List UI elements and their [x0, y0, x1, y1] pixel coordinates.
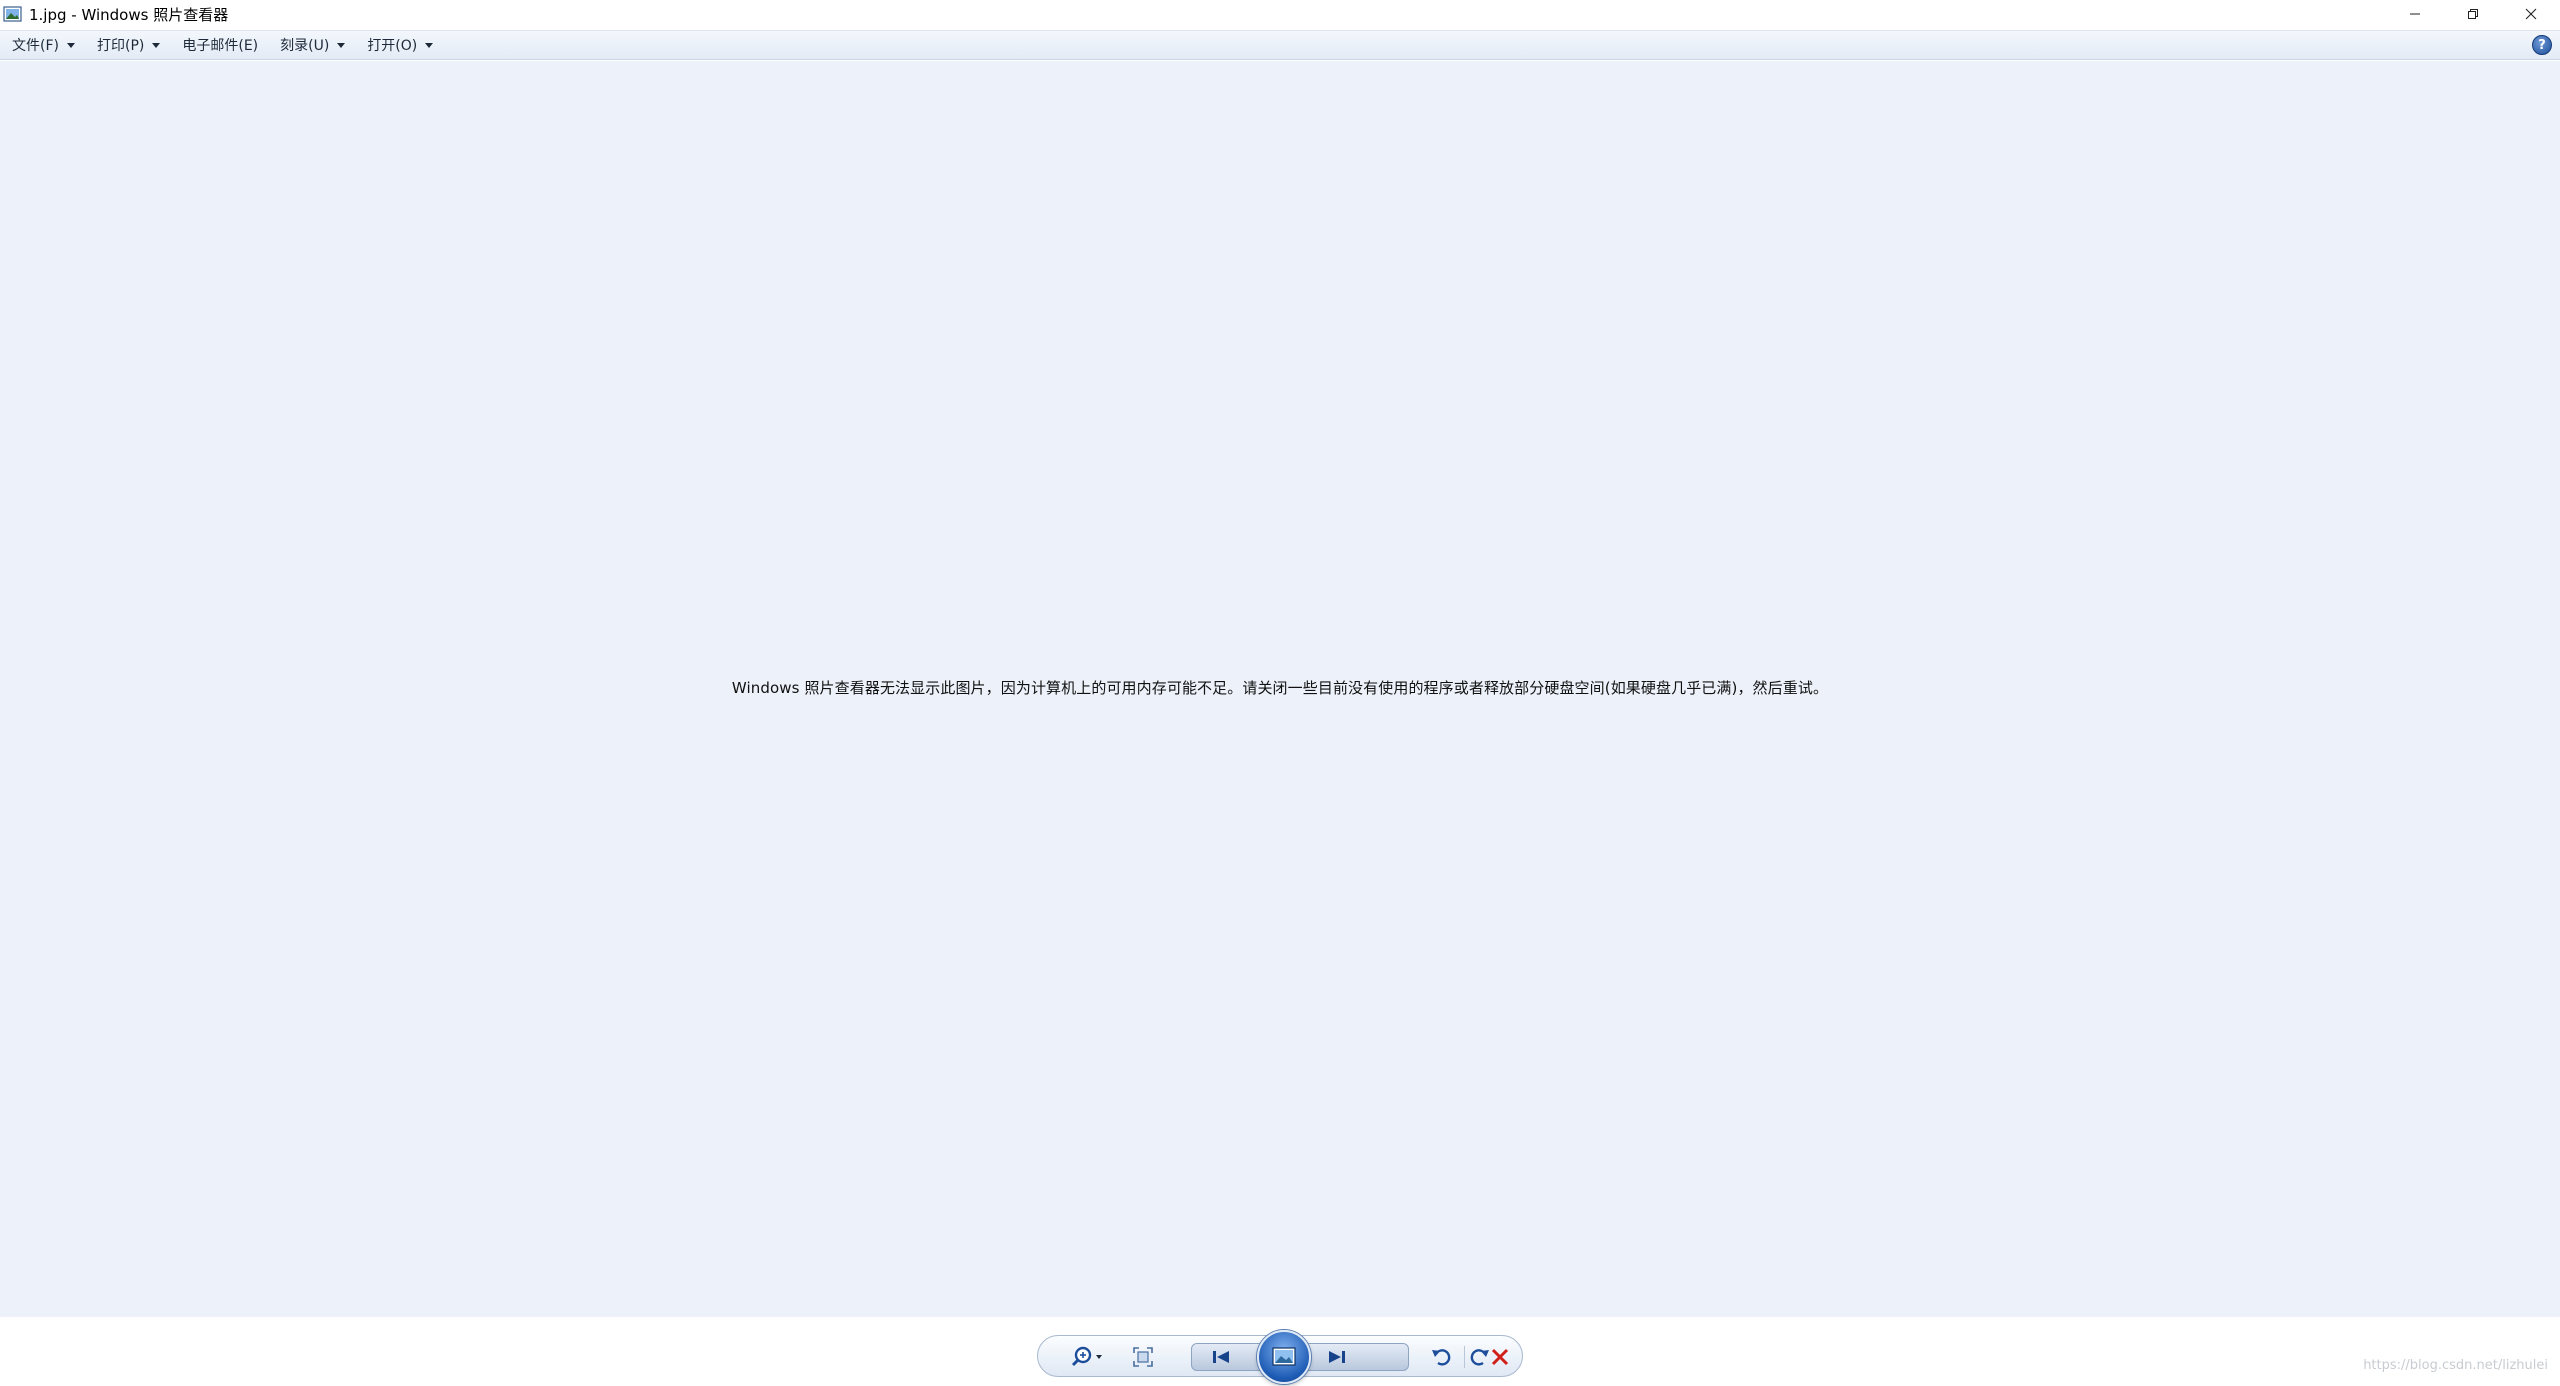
dropdown-arrow-icon [337, 42, 346, 48]
previous-button[interactable] [1206, 1343, 1236, 1371]
slideshow-icon [1272, 1347, 1296, 1366]
slideshow-button[interactable] [1257, 1330, 1311, 1384]
toolbar-divider [1464, 1346, 1465, 1368]
watermark: https://blog.csdn.net/lizhulei [2363, 1358, 2548, 1373]
rotate-left-button[interactable] [1426, 1343, 1456, 1371]
dropdown-arrow-icon [152, 42, 161, 48]
minimize-icon [2410, 13, 2420, 15]
next-icon [1329, 1351, 1345, 1363]
menu-email-label: 电子邮件(E) [182, 38, 259, 54]
close-button[interactable] [2502, 0, 2560, 28]
menu-email[interactable]: 电子邮件(E) [178, 33, 262, 57]
actual-size-button[interactable] [1128, 1343, 1158, 1371]
photo-viewer-app-icon [3, 5, 23, 23]
window-title: 1.jpg - Windows 照片查看器 [29, 5, 229, 24]
minimize-button[interactable] [2386, 0, 2444, 28]
bottom-toolbar: https://blog.csdn.net/lizhulei [0, 1317, 2560, 1386]
next-button[interactable] [1322, 1343, 1352, 1371]
menu-open-label: 打开(O) [367, 38, 418, 54]
playback-controls [1037, 1330, 1523, 1384]
rotate-left-icon [1432, 1349, 1451, 1366]
menu-burn[interactable]: 刻录(U) [276, 33, 349, 57]
zoom-button[interactable] [1066, 1343, 1110, 1371]
restore-button[interactable] [2444, 0, 2502, 28]
actual-size-icon [1133, 1347, 1153, 1367]
previous-icon [1213, 1351, 1229, 1363]
error-message: Windows 照片查看器无法显示此图片，因为计算机上的可用内存可能不足。请关闭… [731, 679, 1829, 697]
delete-button[interactable] [1483, 1343, 1517, 1371]
image-viewer-area: Windows 照片查看器无法显示此图片，因为计算机上的可用内存可能不足。请关闭… [0, 61, 2560, 1317]
menu-bar: 文件(F) 打印(P) 电子邮件(E) 刻录(U) 打开(O) ? [0, 30, 2560, 60]
menu-file[interactable]: 文件(F) [8, 33, 79, 57]
menu-burn-label: 刻录(U) [280, 38, 330, 54]
dropdown-arrow-icon [425, 42, 434, 48]
title-bar: 1.jpg - Windows 照片查看器 [0, 0, 2560, 28]
menu-file-label: 文件(F) [12, 38, 59, 54]
help-icon: ? [2538, 37, 2546, 53]
restore-icon [2468, 9, 2478, 19]
menu-print-label: 打印(P) [96, 38, 145, 54]
zoom-icon [1071, 1346, 1102, 1367]
close-icon [2525, 8, 2537, 20]
dropdown-arrow-icon [66, 42, 75, 48]
delete-icon [1491, 1348, 1509, 1366]
help-button[interactable]: ? [2532, 35, 2552, 55]
menu-open[interactable]: 打开(O) [363, 33, 437, 57]
window-caption-controls [2386, 0, 2560, 28]
menu-print[interactable]: 打印(P) [93, 33, 164, 57]
